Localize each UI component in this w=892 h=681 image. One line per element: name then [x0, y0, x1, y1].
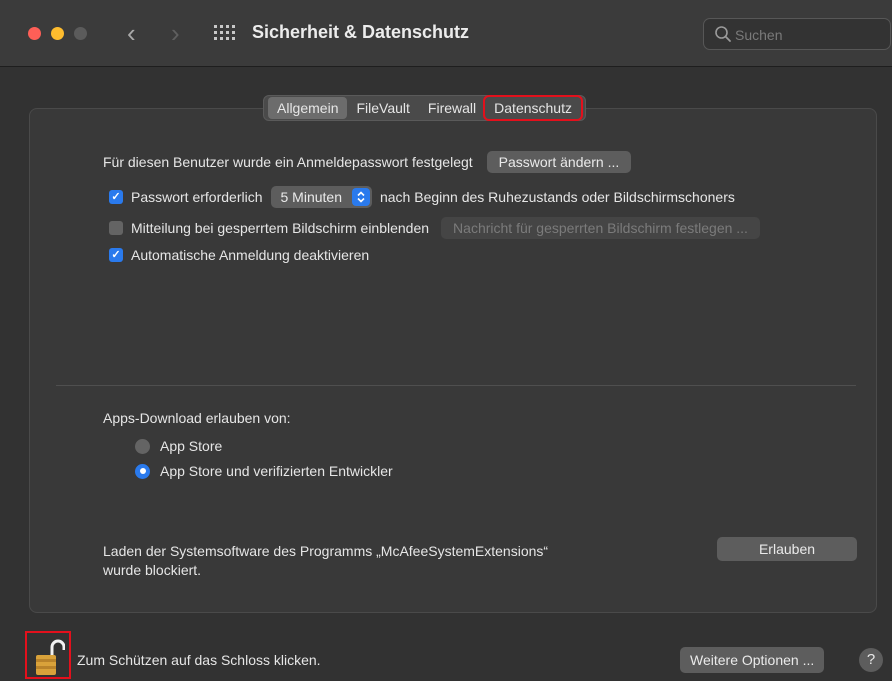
more-options-button[interactable]: Weitere Optionen ...	[680, 647, 825, 673]
lock-hint-text: Zum Schützen auf das Schloss klicken.	[77, 652, 321, 668]
close-window-button[interactable]	[28, 27, 41, 40]
unlocked-padlock-icon	[36, 639, 65, 675]
radio-app-store-row[interactable]: App Store	[135, 438, 222, 454]
forward-arrow-icon[interactable]: ›	[171, 18, 180, 48]
require-password-label: Passwort erforderlich	[131, 189, 263, 205]
tab-bar: Allgemein FileVault Firewall Datenschutz	[263, 95, 586, 121]
radio-app-store[interactable]	[135, 438, 150, 454]
checkmark-icon: ✓	[111, 249, 121, 261]
search-icon	[715, 26, 731, 42]
require-password-checkbox[interactable]: ✓	[109, 190, 123, 204]
lock-message-row: Mitteilung bei gesperrtem Bildschirm ein…	[109, 217, 760, 239]
checkmark-icon: ✓	[111, 191, 121, 203]
lock-message-label: Mitteilung bei gesperrtem Bildschirm ein…	[131, 220, 430, 236]
change-password-button[interactable]: Passwort ändern ...	[486, 151, 632, 173]
search-placeholder: Suchen	[735, 27, 783, 43]
search-field[interactable]: Suchen	[703, 18, 891, 50]
require-password-row: ✓ Passwort erforderlich 5 Minuten nach B…	[109, 186, 735, 208]
section-divider	[56, 385, 856, 386]
blocked-message-line2: wurde blockiert.	[103, 562, 202, 578]
window-title: Sicherheit & Datenschutz	[252, 22, 470, 42]
blocked-extension-message: Laden der Systemsoftware des Programms „…	[103, 542, 663, 580]
require-password-suffix: nach Beginn des Ruhezustands oder Bildsc…	[379, 189, 735, 205]
allow-button[interactable]: Erlauben	[717, 537, 857, 561]
lock-message-checkbox[interactable]	[109, 221, 123, 235]
tab-datenschutz[interactable]: Datenschutz	[483, 95, 583, 121]
password-set-text: Für diesen Benutzer wurde ein Anmeldepas…	[103, 154, 473, 170]
zoom-window-button[interactable]	[74, 27, 87, 40]
password-set-row: Für diesen Benutzer wurde ein Anmeldepas…	[103, 151, 632, 173]
blocked-message-line1: Laden der Systemsoftware des Programms „…	[103, 543, 549, 559]
tab-allgemein[interactable]: Allgemein	[268, 97, 348, 119]
show-all-grid-icon[interactable]	[213, 23, 235, 43]
disable-auto-login-checkbox[interactable]: ✓	[109, 248, 123, 262]
downloads-heading: Apps-Download erlauben von:	[103, 410, 291, 426]
disable-auto-login-label: Automatische Anmeldung deaktivieren	[131, 247, 370, 263]
tab-filevault[interactable]: FileVault	[347, 97, 418, 119]
help-button[interactable]: ?	[859, 648, 883, 672]
password-delay-value: 5 Minuten	[280, 189, 342, 205]
lock-button[interactable]	[25, 631, 71, 679]
radio-app-store-label: App Store	[160, 438, 223, 454]
updown-chevron-icon	[351, 188, 370, 206]
radio-dot-icon	[139, 468, 146, 474]
auto-login-row: ✓ Automatische Anmeldung deaktivieren	[109, 247, 369, 263]
tab-firewall[interactable]: Firewall	[419, 97, 485, 119]
minimize-window-button[interactable]	[51, 27, 64, 40]
title-bar: ‹ › Sicherheit & Datenschutz Suchen	[0, 0, 892, 67]
radio-verified-label: App Store und verifizierten Entwickler	[160, 463, 393, 479]
set-lock-message-button[interactable]: Nachricht für gesperrten Bildschirm fest…	[441, 217, 760, 239]
radio-verified-developers[interactable]	[135, 463, 150, 479]
password-delay-select[interactable]: 5 Minuten	[270, 186, 372, 208]
radio-verified-row[interactable]: App Store und verifizierten Entwickler	[135, 463, 393, 479]
back-arrow-icon[interactable]: ‹	[127, 18, 136, 48]
